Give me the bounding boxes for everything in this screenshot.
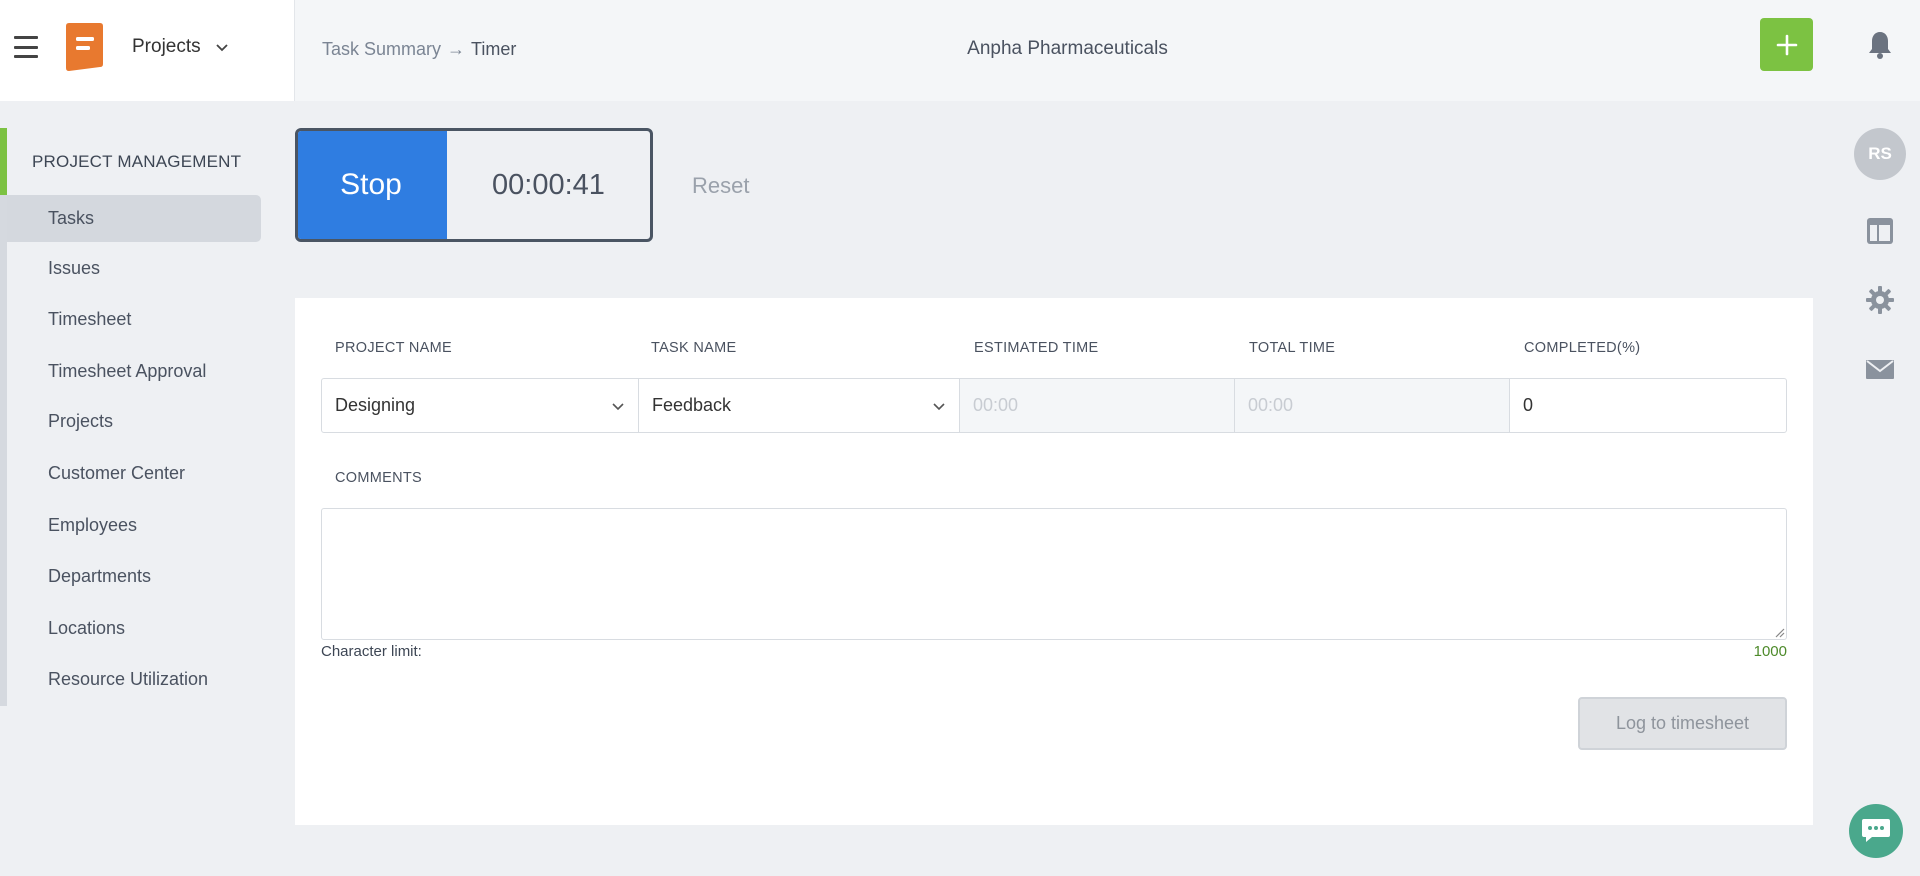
sidebar-item-timesheet-approval[interactable]: Timesheet Approval bbox=[7, 348, 261, 395]
menu-icon[interactable] bbox=[14, 36, 38, 58]
sidebar-item-employees[interactable]: Employees bbox=[7, 502, 261, 549]
resize-handle-icon[interactable] bbox=[1773, 626, 1785, 638]
add-button[interactable] bbox=[1760, 18, 1813, 71]
sidebar-item-label: Tasks bbox=[48, 208, 95, 228]
sidebar-item-label: Resource Utilization bbox=[48, 669, 209, 689]
total-time-placeholder: 00:00 bbox=[1248, 395, 1294, 415]
breadcrumb-separator: → bbox=[447, 39, 466, 59]
character-limit-label: Character limit: bbox=[321, 643, 422, 660]
topbar: Task Summary → Timer Anpha Pharmaceutica… bbox=[295, 0, 1840, 101]
sidebar-item-label: Departments bbox=[48, 566, 152, 586]
bell-icon[interactable] bbox=[1867, 30, 1893, 60]
timer-form-card: PROJECT NAME TASK NAME ESTIMATED TIME TO… bbox=[295, 298, 1813, 825]
sidebar-item-label: Issues bbox=[48, 258, 101, 278]
sidebar-item-tasks[interactable]: Tasks bbox=[7, 195, 261, 242]
plus-icon bbox=[1776, 34, 1797, 55]
sidebar-item-departments[interactable]: Departments bbox=[7, 553, 261, 600]
total-time-label: TOTAL TIME bbox=[1249, 340, 1336, 356]
breadcrumb-parent[interactable]: Task Summary bbox=[322, 39, 441, 60]
character-limit-count: 1000 bbox=[1753, 643, 1787, 660]
project-name-label: PROJECT NAME bbox=[335, 340, 452, 356]
project-name-select[interactable]: Designing bbox=[322, 379, 639, 432]
task-name-label: TASK NAME bbox=[651, 340, 737, 356]
sidebar-heading: PROJECT MANAGEMENT bbox=[32, 152, 242, 171]
project-name-value: Designing bbox=[335, 395, 416, 415]
app-switcher[interactable]: Projects bbox=[132, 36, 229, 58]
sidebar-item-timesheet[interactable]: Timesheet bbox=[7, 296, 261, 343]
comments-textarea[interactable] bbox=[321, 508, 1787, 640]
sidebar-item-locations[interactable]: Locations bbox=[7, 605, 261, 652]
task-name-select[interactable]: Feedback bbox=[639, 379, 960, 432]
total-time-field: 00:00 bbox=[1235, 379, 1510, 432]
mail-icon[interactable] bbox=[1865, 354, 1895, 384]
organization-title: Anpha Pharmaceuticals bbox=[967, 38, 1168, 59]
estimated-time-label: ESTIMATED TIME bbox=[974, 340, 1099, 356]
app-switcher-label: Projects bbox=[132, 36, 201, 57]
stop-button[interactable]: Stop bbox=[298, 131, 447, 239]
completed-label: COMPLETED(%) bbox=[1524, 340, 1641, 356]
sidebar: PROJECT MANAGEMENT Tasks Issues Timeshee… bbox=[0, 128, 262, 706]
chevron-down-icon bbox=[216, 44, 228, 52]
chat-button[interactable] bbox=[1849, 804, 1903, 858]
estimated-time-field: 00:00 bbox=[960, 379, 1235, 432]
gear-icon[interactable] bbox=[1865, 285, 1895, 315]
sidebar-item-resource-utilization[interactable]: Resource Utilization bbox=[7, 656, 261, 703]
task-name-value: Feedback bbox=[652, 395, 732, 415]
topbar-app-area: Projects bbox=[0, 0, 295, 101]
log-to-timesheet-button[interactable]: Log to timesheet bbox=[1578, 697, 1787, 750]
estimated-time-placeholder: 00:00 bbox=[973, 395, 1019, 415]
layout-icon[interactable] bbox=[1865, 216, 1895, 246]
app-logo bbox=[66, 23, 103, 71]
breadcrumb: Task Summary → Timer bbox=[322, 39, 516, 60]
completed-value: 0 bbox=[1523, 395, 1534, 415]
breadcrumb-current: Timer bbox=[471, 39, 517, 59]
chevron-down-icon bbox=[933, 402, 945, 410]
timer-widget: Stop 00:00:41 bbox=[295, 128, 653, 242]
timer-display: 00:00:41 bbox=[492, 168, 605, 201]
topbar-notifications bbox=[1840, 0, 1920, 101]
avatar[interactable]: RS bbox=[1854, 128, 1906, 180]
sidebar-item-label: Projects bbox=[48, 411, 114, 431]
sidebar-item-customer-center[interactable]: Customer Center bbox=[7, 450, 261, 497]
sidebar-item-label: Timesheet Approval bbox=[48, 361, 207, 381]
chevron-down-icon bbox=[612, 402, 624, 410]
right-rail: RS bbox=[1840, 101, 1920, 876]
sidebar-item-issues[interactable]: Issues bbox=[7, 245, 261, 292]
completed-input[interactable]: 0 bbox=[1510, 379, 1786, 432]
sidebar-item-projects[interactable]: Projects bbox=[7, 398, 261, 445]
task-fields-row: Designing Feedback 00:00 00:00 0 bbox=[321, 378, 1787, 433]
sidebar-accent bbox=[0, 128, 7, 195]
chat-icon bbox=[1862, 819, 1890, 842]
reset-button[interactable]: Reset bbox=[692, 173, 749, 199]
sidebar-item-label: Locations bbox=[48, 618, 126, 638]
comments-label: COMMENTS bbox=[335, 470, 422, 486]
sidebar-item-label: Timesheet bbox=[48, 309, 132, 329]
sidebar-item-label: Customer Center bbox=[48, 463, 186, 483]
sidebar-item-label: Employees bbox=[48, 515, 138, 535]
